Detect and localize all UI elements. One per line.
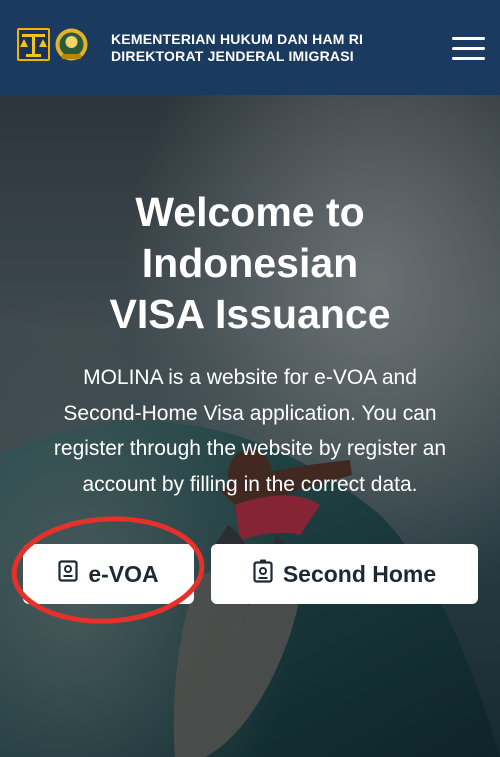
hero-description-line1: MOLINA is a website for e-VOA and <box>83 366 417 389</box>
id-badge-icon <box>253 559 273 589</box>
top-header: KEMENTERIAN HUKUM DAN HAM RI DIREKTORAT … <box>0 0 500 95</box>
evoa-button-label: e-VOA <box>88 560 159 587</box>
organization-name-line2: DIREKTORAT JENDERAL IMIGRASI <box>111 48 354 64</box>
hamburger-menu-icon[interactable] <box>452 37 486 61</box>
second-home-button-label: Second Home <box>282 560 437 587</box>
hero-title-line2: Indonesian <box>141 240 359 286</box>
id-card-icon <box>58 560 78 588</box>
hero-description-line4: account by filling in the correct data. <box>82 472 418 496</box>
second-home-button[interactable]: Second Home <box>211 544 478 604</box>
organization-name-line1: KEMENTERIAN HUKUM DAN HAM RI <box>111 31 364 47</box>
hero-section: Welcome to Indonesian VISA Issuance MOLI… <box>0 95 500 757</box>
ministry-emblem-icon[interactable] <box>17 28 50 61</box>
hero-description: MOLINA is a website for e-VOA and Second… <box>20 360 480 502</box>
page: KEMENTERIAN HUKUM DAN HAM RI DIREKTORAT … <box>0 0 500 757</box>
hero-title: Welcome to Indonesian VISA Issuance <box>0 187 500 340</box>
evoa-button[interactable]: e-VOA <box>23 544 194 604</box>
hero-description-line2: Second-Home Visa application. You can <box>63 401 437 425</box>
organization-name: KEMENTERIAN HUKUM DAN HAM RI DIREKTORAT … <box>111 31 363 65</box>
hero-title-line1: Welcome to <box>135 189 365 235</box>
hero-description-line3: register through the website by register… <box>53 437 447 460</box>
hero-title-line3: VISA Issuance <box>109 291 391 337</box>
immigration-emblem-icon[interactable] <box>53 26 90 63</box>
